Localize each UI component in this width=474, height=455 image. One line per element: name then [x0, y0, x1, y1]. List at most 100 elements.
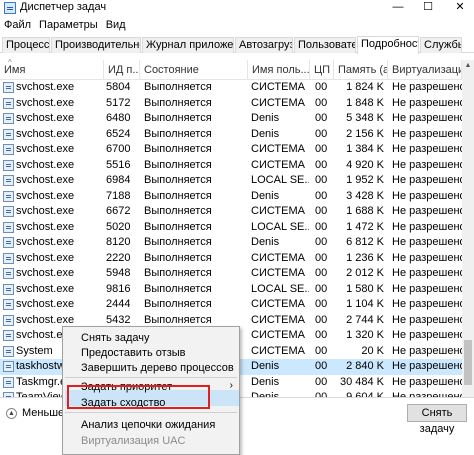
window-title: Диспетчер задач	[20, 1, 107, 13]
cell-cpu: 00	[315, 112, 328, 124]
cell-mem: 5 348 K	[346, 112, 384, 124]
tab-startup[interactable]: Автозагрузка	[235, 37, 293, 53]
cell-name: svchost.exe	[16, 174, 75, 186]
tab-processes[interactable]: Процессы	[2, 37, 50, 53]
cell-mem: 2 744 K	[346, 313, 384, 326]
scrollbar-thumb[interactable]	[464, 340, 472, 385]
cell-name: svchost.exe	[16, 236, 75, 248]
table-row[interactable]: svchost.exe 6984 Выполняется LOCAL SE... 00 1…	[0, 173, 462, 189]
minimize-button[interactable]: —	[384, 0, 412, 16]
vertical-scrollbar[interactable]: ▲	[462, 60, 474, 397]
menu-bar: Файл Параметры Вид	[0, 18, 130, 34]
cell-virt: Не разрешено	[392, 267, 462, 279]
menu-item-end-task[interactable]: Снять задачу	[81, 330, 150, 346]
cell-name: svchost.exe	[16, 220, 75, 233]
cell-user: СИСТЕМА	[251, 96, 305, 109]
cell-cpu: 00	[315, 96, 328, 109]
end-task-button[interactable]: Снять задачу	[407, 404, 467, 435]
column-header-virtualization[interactable]: Виртуализация	[388, 60, 462, 80]
cell-pid: 6984	[106, 174, 130, 186]
cell-name: svchost.exe	[16, 189, 75, 202]
column-header-user[interactable]: Имя поль...	[248, 60, 310, 80]
table-row[interactable]: svchost.exe 6524 Выполняется Denis 00 2 156 K…	[0, 127, 462, 143]
cell-status: Выполняется	[144, 236, 212, 248]
column-header-pid[interactable]: ИД п...	[104, 60, 140, 80]
cell-mem: 6 812 K	[346, 236, 384, 248]
tab-services[interactable]: Службы	[420, 37, 462, 53]
process-icon	[3, 144, 14, 155]
cell-mem: 1 848 K	[346, 96, 384, 109]
cell-pid: 6524	[106, 127, 130, 140]
table-row[interactable]: svchost.exe 6700 Выполняется СИСТЕМА 00 1 384…	[0, 142, 462, 158]
cell-mem: 1 688 K	[346, 205, 384, 217]
cell-cpu: 00	[315, 344, 328, 357]
menu-separator	[65, 412, 237, 413]
tab-details[interactable]: Подробности	[357, 36, 419, 54]
column-header-status[interactable]: Состояние	[140, 60, 248, 80]
cell-virt: Не разрешено	[392, 251, 462, 264]
chevron-up-icon[interactable]: ▲	[6, 408, 17, 419]
tab-users[interactable]: Пользователи	[294, 37, 356, 53]
cell-cpu: 00	[315, 158, 328, 171]
menu-options[interactable]: Параметры	[35, 18, 102, 34]
menu-item-feedback[interactable]: Предоставить отзыв	[81, 345, 186, 361]
table-row[interactable]: svchost.exe 5020 Выполняется LOCAL SE... 00 1…	[0, 220, 462, 236]
cell-cpu: 00	[315, 267, 328, 279]
cell-name: svchost.exe	[16, 143, 75, 155]
cell-virt: Не разрешено	[392, 298, 462, 310]
table-row[interactable]: svchost.exe 5804 Выполняется СИСТЕМА 00 1 824…	[0, 80, 462, 96]
cell-name: svchost.exe	[16, 81, 75, 93]
menu-file[interactable]: Файл	[0, 18, 35, 34]
cell-virt: Не разрешено	[392, 81, 462, 93]
cell-virt: Не разрешено	[392, 236, 462, 248]
column-header-memory[interactable]: Память (а...	[334, 60, 388, 80]
table-row[interactable]: svchost.exe 2220 Выполняется СИСТЕМА 00 1 236…	[0, 251, 462, 267]
process-icon	[3, 221, 14, 233]
column-header-name[interactable]: Имя	[0, 60, 104, 80]
cell-mem: 2 840 K	[346, 360, 384, 372]
process-icon	[3, 237, 14, 248]
process-icon	[3, 376, 14, 388]
process-icon	[3, 252, 14, 264]
cell-mem: 1 824 K	[346, 81, 384, 93]
column-header-cpu[interactable]: ЦП	[310, 60, 334, 80]
cell-name: svchost.exe	[16, 251, 75, 264]
cell-pid: 6700	[106, 143, 130, 155]
cell-cpu: 00	[315, 298, 328, 310]
cell-cpu: 00	[315, 313, 328, 326]
menu-item-end-process-tree[interactable]: Завершить дерево процессов	[81, 360, 234, 376]
cell-cpu: 00	[315, 81, 328, 93]
process-icon	[3, 190, 14, 202]
cell-mem: 3 428 K	[346, 189, 384, 202]
tab-performance[interactable]: Производительность	[51, 37, 141, 53]
cell-name: svchost.exe	[16, 158, 75, 171]
table-row[interactable]: svchost.exe 2444 Выполняется СИСТЕМА 00 1 104…	[0, 297, 462, 313]
tab-app-history[interactable]: Журнал приложений	[142, 37, 234, 53]
process-icon	[3, 113, 14, 124]
cell-pid: 9816	[106, 282, 130, 295]
cell-mem: 4 920 K	[346, 158, 384, 171]
cell-name: svchost.exe	[16, 127, 75, 140]
cell-status: Выполняется	[144, 143, 212, 155]
scroll-up-arrow-icon[interactable]: ▲	[462, 60, 474, 72]
table-row[interactable]: svchost.exe 5516 Выполняется СИСТЕМА 00 4 920…	[0, 158, 462, 174]
table-row[interactable]: svchost.exe 5172 Выполняется СИСТЕМА 00 1 848…	[0, 96, 462, 112]
cell-user: СИСТЕМА	[251, 329, 305, 341]
maximize-button[interactable]: ☐	[414, 0, 442, 16]
cell-cpu: 00	[315, 174, 328, 186]
menu-item-uac-virtualization: Виртуализация UAC	[81, 435, 186, 447]
table-row[interactable]: svchost.exe 7188 Выполняется Denis 00 3 428 K…	[0, 189, 462, 205]
table-row[interactable]: svchost.exe 9816 Выполняется LOCAL SE... 00 1…	[0, 282, 462, 298]
close-button[interactable]: ✕	[446, 0, 474, 16]
cell-cpu: 00	[315, 329, 328, 341]
cell-pid: 7188	[106, 189, 130, 202]
table-row[interactable]: svchost.exe 6672 Выполняется СИСТЕМА 00 1 688…	[0, 204, 462, 220]
table-row[interactable]: svchost.exe 8120 Выполняется Denis 00 6 812 K…	[0, 235, 462, 251]
less-details-link[interactable]: Меньше	[22, 407, 64, 419]
cell-virt: Не разрешено	[392, 360, 462, 372]
cell-cpu: 00	[315, 127, 328, 140]
table-row[interactable]: svchost.exe 6480 Выполняется Denis 00 5 348 K…	[0, 111, 462, 127]
table-row[interactable]: svchost.exe 5948 Выполняется СИСТЕМА 00 2 012…	[0, 266, 462, 282]
menu-item-wait-chain[interactable]: Анализ цепочки ожидания	[81, 417, 215, 433]
menu-view[interactable]: Вид	[102, 18, 130, 34]
